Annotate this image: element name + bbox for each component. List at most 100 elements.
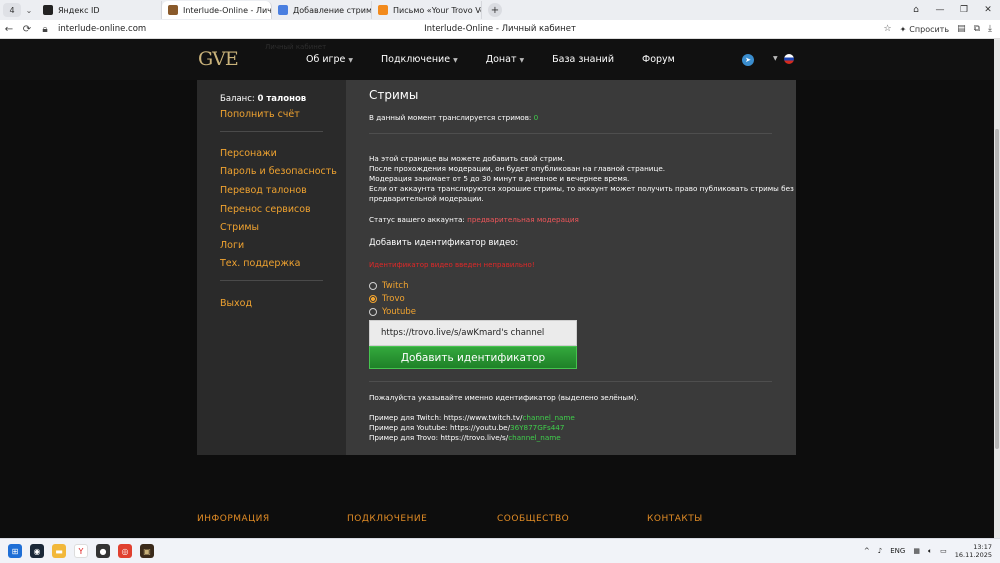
personal-cabinet: Баланс: 0 талонов Пополнить счёт Персона…: [197, 80, 796, 455]
app-icon[interactable]: ●: [96, 544, 110, 558]
streams-title: Стримы: [369, 88, 419, 102]
sidebar-item-security[interactable]: Пароль и безопасность: [220, 166, 337, 177]
network-icon[interactable]: ▦: [913, 547, 920, 555]
sidebar-item-characters[interactable]: Персонажи: [220, 148, 277, 159]
video-identifier-input[interactable]: [369, 320, 577, 346]
radio-button[interactable]: [369, 282, 377, 290]
minimize-icon[interactable]: —: [928, 5, 952, 15]
balance: Баланс: 0 талонов: [220, 94, 307, 104]
taskbar: ⊞ ◉ ▬ Y ● ◎ ▣ ^ ♪ ENG ▦ 🔈︎ ▭ 13:17 16.11…: [0, 538, 1000, 563]
steam-icon[interactable]: ◉: [30, 544, 44, 558]
tab-trovo-mail[interactable]: Письмо «Your Trovo Verifi: [372, 1, 482, 19]
footer-headings: ИНФОРМАЦИЯ ПОДКЛЮЧЕНИЕ СООБЩЕСТВО КОНТАК…: [197, 514, 797, 524]
speaker-icon[interactable]: 🔈︎: [928, 547, 932, 556]
sidebar-item-transfer-coupons[interactable]: Перевод талонов: [220, 185, 307, 196]
chevron-down-icon: ▼: [453, 57, 458, 64]
add-identifier-button[interactable]: Добавить идентификатор: [369, 346, 577, 369]
radio-button[interactable]: [369, 295, 377, 303]
sidebar-item-transfer-services[interactable]: Перенос сервисов: [220, 204, 311, 215]
new-tab-plus-icon[interactable]: +: [488, 3, 502, 17]
tab-yandex-id[interactable]: Яндекс ID: [37, 1, 162, 19]
cabinet-sidebar: Баланс: 0 талонов Пополнить счёт Персона…: [197, 80, 346, 455]
logout-link[interactable]: Выход: [220, 298, 252, 309]
lock-icon: 🔒︎: [42, 23, 48, 35]
footer-heading-community: СООБЩЕСТВО: [497, 514, 570, 524]
main-nav: Об игре ▼ Подключение ▼ Донат ▼ База знаний…: [306, 54, 703, 65]
nav-about-game[interactable]: Об игре ▼: [306, 54, 353, 65]
sidebar-item-logs[interactable]: Логи: [220, 240, 244, 251]
tab-add-streams[interactable]: Добавление стримов на: [272, 1, 372, 19]
footer-heading-connection: ПОДКЛЮЧЕНИЕ: [347, 514, 428, 524]
footer-heading-contacts: КОНТАКТЫ: [647, 514, 703, 524]
example-trovo: Пример для Trovo: https://trovo.live/s/c…: [369, 433, 561, 442]
bookmark-icon[interactable]: ☆: [884, 24, 892, 34]
russian-flag-icon[interactable]: [784, 54, 794, 64]
url-field[interactable]: interlude-online.com: [58, 24, 146, 34]
yandex-browser-icon[interactable]: Y: [74, 544, 88, 558]
mail-favicon-icon: [378, 5, 388, 15]
yandex-favicon-icon: [43, 5, 53, 15]
divider: [220, 280, 323, 281]
address-bar: ← ⟳ 🔒︎ interlude-online.com Interlude-On…: [0, 20, 1000, 39]
extensions-icon[interactable]: ⧉: [974, 24, 980, 34]
interlude-favicon-icon: [168, 5, 178, 15]
chevron-down-icon[interactable]: ▼: [773, 55, 778, 62]
maximize-icon[interactable]: ❐: [952, 5, 976, 15]
breadcrumb: Личный кабинет: [265, 43, 327, 51]
windows-start-icon[interactable]: ⊞: [8, 544, 22, 558]
bookmark-list-icon[interactable]: ⌂: [904, 5, 928, 15]
download-icon[interactable]: ⤓: [988, 24, 992, 34]
divider: [369, 381, 772, 382]
info-text: На этой странице вы можете добавить свой…: [369, 154, 794, 203]
nav-knowledge-base[interactable]: База знаний: [552, 54, 614, 65]
site-logo[interactable]: GVE: [198, 48, 239, 70]
nav-donate[interactable]: Донат ▼: [486, 54, 524, 65]
close-window-icon[interactable]: ✕: [976, 5, 1000, 15]
streams-panel: Стримы В данный момент транслируется стр…: [346, 80, 796, 455]
radio-twitch[interactable]: Twitch: [369, 281, 409, 291]
balance-value: 0 талонов: [257, 94, 307, 104]
chevron-down-icon[interactable]: ⌄: [21, 6, 37, 15]
battery-icon[interactable]: ▭: [940, 547, 947, 555]
streams-favicon-icon: [278, 5, 288, 15]
divider: [369, 133, 772, 134]
chevron-up-icon[interactable]: ^: [864, 547, 870, 555]
volume-icon[interactable]: ♪: [878, 547, 882, 555]
page-scrollbar[interactable]: [994, 39, 1000, 538]
page-title: Interlude-Online - Личный кабинет: [424, 24, 576, 34]
error-message: Идентификатор видео введен неправильно!: [369, 261, 535, 269]
add-identifier-title: Добавить идентификатор видео:: [369, 238, 519, 248]
nav-forum[interactable]: Форум: [642, 54, 675, 65]
example-youtube: Пример для Youtube: https://youtu.be/36Y…: [369, 423, 565, 432]
tab-count-badge[interactable]: 4: [3, 3, 21, 17]
scrollbar-thumb[interactable]: [995, 129, 999, 449]
clock[interactable]: 13:17 16.11.2025: [955, 543, 992, 559]
nav-connection[interactable]: Подключение ▼: [381, 54, 458, 65]
back-arrow-icon[interactable]: ←: [0, 24, 18, 35]
language-indicator[interactable]: ENG: [890, 547, 905, 555]
telegram-icon[interactable]: ➤: [742, 54, 754, 66]
folder-icon[interactable]: ▬: [52, 544, 66, 558]
sidebar-item-support[interactable]: Тех. поддержка: [220, 258, 300, 269]
topup-link[interactable]: Пополнить счёт: [220, 109, 300, 120]
site-header: GVE Личный кабинет Об игре ▼ Подключение ▼…: [0, 39, 994, 80]
radio-button[interactable]: [369, 308, 377, 316]
radio-youtube[interactable]: Youtube: [369, 307, 416, 317]
chrome-icon[interactable]: ◎: [118, 544, 132, 558]
example-twitch: Пример для Twitch: https://www.twitch.tv…: [369, 413, 575, 422]
website-viewport: GVE Личный кабинет Об игре ▼ Подключение ▼…: [0, 39, 994, 538]
browser-tab-bar: 4 ⌄ Яндекс ID Interlude-Online - Личн ✕ …: [0, 0, 1000, 20]
game-launcher-icon[interactable]: ▣: [140, 544, 154, 558]
reload-icon[interactable]: ⟳: [18, 24, 36, 35]
sparkle-icon: ✦: [899, 24, 907, 34]
account-status: Статус вашего аккаунта: предварительная …: [369, 215, 579, 224]
footer-heading-info: ИНФОРМАЦИЯ: [197, 514, 270, 524]
system-tray: ^ ♪ ENG ▦ 🔈︎ ▭ 13:17 16.11.2025: [864, 543, 1000, 559]
chevron-down-icon: ▼: [519, 57, 525, 64]
radio-trovo[interactable]: Trovo: [369, 294, 405, 304]
sidebar-toggle-icon[interactable]: ▤: [957, 24, 966, 34]
ask-button[interactable]: ✦ Спросить: [900, 25, 949, 34]
hint-text: Пожалуйста указывайте именно идентификат…: [369, 393, 639, 402]
sidebar-item-streams[interactable]: Стримы: [220, 222, 259, 233]
tab-interlude[interactable]: Interlude-Online - Личн ✕: [162, 1, 272, 19]
